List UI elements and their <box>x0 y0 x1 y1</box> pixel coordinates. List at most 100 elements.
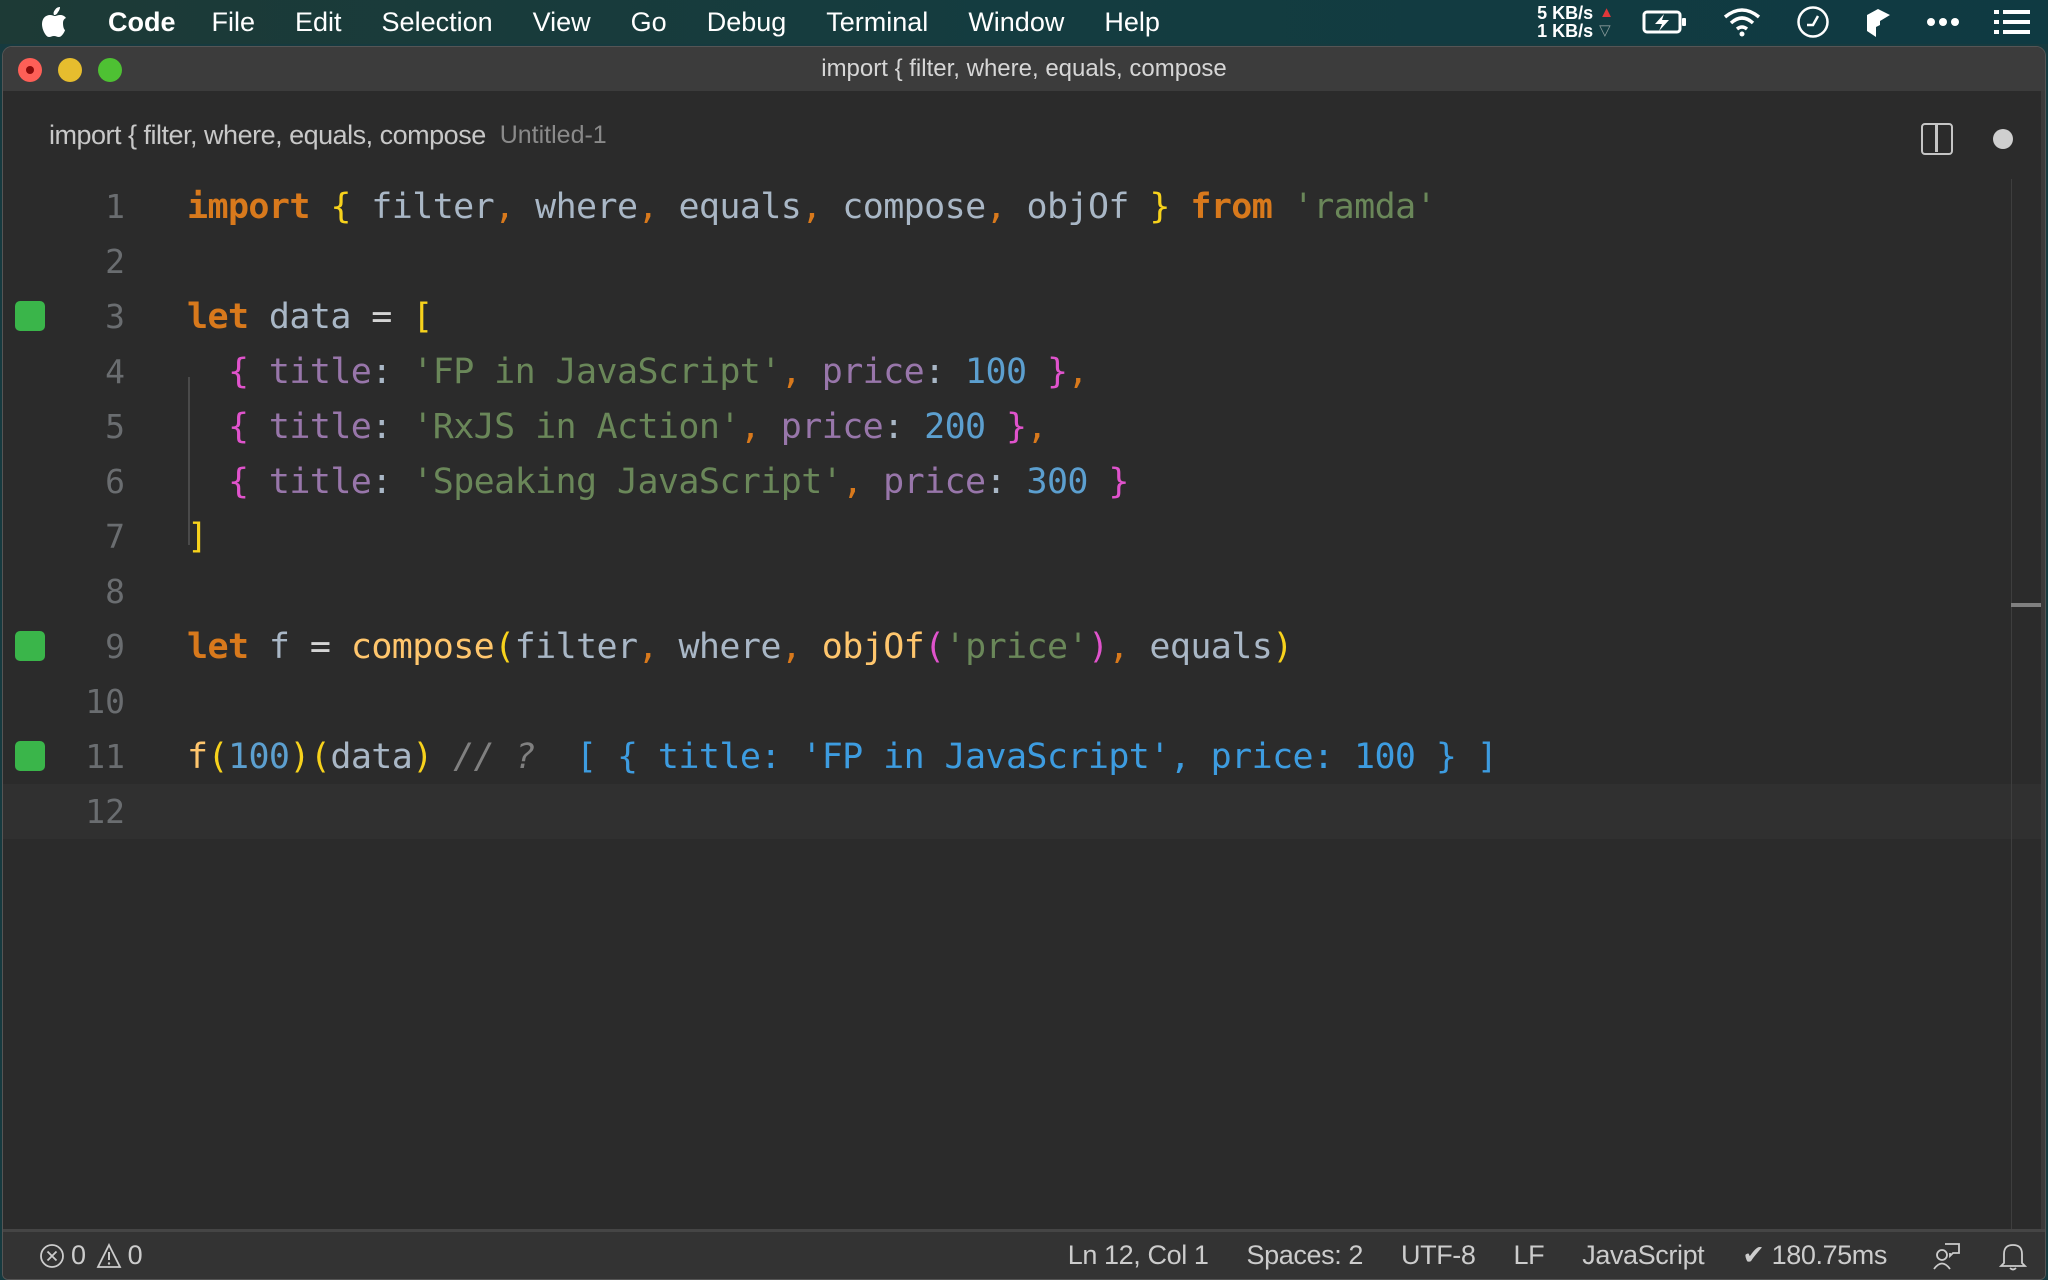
line-number: 7 <box>105 517 125 556</box>
code-line-10[interactable]: 10 <box>3 674 2045 729</box>
battery-charging-icon[interactable] <box>1642 9 1688 35</box>
code-token: { <box>330 186 351 227</box>
code-token: price <box>883 461 986 502</box>
code-token: 100 <box>227 736 290 777</box>
apple-logo-icon[interactable] <box>40 6 70 38</box>
menu-window[interactable]: Window <box>968 7 1064 38</box>
more-icon[interactable] <box>1926 17 1960 27</box>
code-token: , <box>1026 406 1048 447</box>
code-token: ( <box>924 626 945 667</box>
menu-help[interactable]: Help <box>1104 7 1160 38</box>
box-app-icon[interactable] <box>1864 5 1892 39</box>
split-editor-icon[interactable] <box>1921 123 1953 155</box>
line-number: 2 <box>105 242 125 281</box>
download-arrow-icon: ▽ <box>1599 22 1611 39</box>
code-token: ) <box>1272 626 1293 667</box>
wifi-icon[interactable] <box>1722 7 1762 37</box>
code-token: } <box>1149 186 1170 227</box>
code-token: , <box>780 626 802 667</box>
line-number: 8 <box>105 572 125 611</box>
code-line-12[interactable]: 12 <box>3 784 2045 839</box>
notifications-bell-icon[interactable] <box>1999 1241 2027 1271</box>
overview-ruler[interactable] <box>2011 179 2041 1229</box>
line-number: 3 <box>105 297 125 336</box>
menu-debug[interactable]: Debug <box>707 7 787 38</box>
line-number: 4 <box>105 352 125 391</box>
warning-icon <box>96 1242 122 1268</box>
code-line-2[interactable]: 2 <box>3 234 2045 289</box>
code-token: ( <box>207 736 228 777</box>
code-token: { <box>227 406 249 447</box>
code-token: { <box>227 351 249 392</box>
line-number: 12 <box>85 792 125 831</box>
code-token: , <box>637 186 658 227</box>
network-speed[interactable]: 5 KB/s 1 KB/s <box>1537 4 1593 40</box>
code-token: : <box>371 461 392 502</box>
code-token: 100 <box>965 351 1027 392</box>
vertical-scrollbar[interactable] <box>2041 91 2045 1231</box>
end-of-line[interactable]: LF <box>1514 1240 1545 1271</box>
menu-view[interactable]: View <box>533 7 591 38</box>
code-token: , <box>1067 351 1088 392</box>
tab-title[interactable]: import { filter, where, equals, compose <box>49 120 486 151</box>
code-token: equals <box>1149 626 1273 667</box>
code-token: , <box>739 406 761 447</box>
close-window-button[interactable] <box>18 58 42 82</box>
code-token: compose <box>350 626 495 667</box>
menu-edit[interactable]: Edit <box>295 7 342 38</box>
code-token: )( <box>289 736 331 777</box>
title-bar[interactable]: import { filter, where, equals, compose <box>3 47 2045 91</box>
menu-go[interactable]: Go <box>631 7 667 38</box>
code-line-11[interactable]: 11 f(100)(data) // ? [ { title: 'FP in J… <box>3 729 2045 784</box>
line-number: 5 <box>105 407 125 446</box>
problems-indicator[interactable]: 0 0 <box>39 1240 152 1271</box>
net-up-speed: 5 KB/s <box>1537 3 1594 23</box>
menu-app-code[interactable]: Code <box>108 7 176 38</box>
code-line-3[interactable]: 3 let data = [ <box>3 289 2045 344</box>
unsaved-dot-icon[interactable] <box>1993 129 2013 149</box>
code-token: from <box>1190 186 1273 227</box>
code-line-5[interactable]: 5 { title: 'RxJS in Action', price: 200 … <box>3 399 2045 454</box>
code-line-7[interactable]: 7 ] <box>3 509 2045 564</box>
code-text: import { filter, where, equals, compose,… <box>187 186 1437 227</box>
code-token: filter <box>514 626 638 667</box>
language-mode[interactable]: JavaScript <box>1582 1240 1704 1271</box>
code-line-1[interactable]: 1 import { filter, where, equals, compos… <box>3 179 2045 234</box>
code-editor[interactable]: 1 import { filter, where, equals, compos… <box>3 179 2045 1229</box>
code-token: 'RxJS in Action' <box>412 406 740 447</box>
list-icon[interactable] <box>1994 9 2030 35</box>
code-token: filter <box>371 186 495 227</box>
code-token: objOf <box>821 626 925 667</box>
quokka-timing[interactable]: ✔ 180.75ms <box>1742 1240 1887 1271</box>
network-arrows: ▲ ▽ <box>1599 4 1614 40</box>
code-text: { title: 'Speaking JavaScript', price: 3… <box>187 461 1130 502</box>
coverage-marker-icon <box>15 631 45 661</box>
code-text: let f = compose(filter, where, objOf('pr… <box>187 627 1293 667</box>
code-token: title <box>268 461 372 502</box>
coverage-marker-icon <box>15 301 45 331</box>
code-line-9[interactable]: 9 let f = compose(filter, where, objOf('… <box>3 619 2045 674</box>
code-line-4[interactable]: 4 { title: 'FP in JavaScript', price: 10… <box>3 344 2045 399</box>
menu-terminal[interactable]: Terminal <box>826 7 928 38</box>
code-token: , <box>801 186 822 227</box>
code-token: , <box>985 186 1007 227</box>
code-text: { title: 'FP in JavaScript', price: 100 … <box>187 351 1089 392</box>
code-token: } <box>1006 406 1027 447</box>
feedback-icon[interactable] <box>1931 1241 1961 1271</box>
menu-file[interactable]: File <box>212 7 256 38</box>
net-down-speed: 1 KB/s <box>1537 21 1594 41</box>
overview-ruler-cursor <box>2011 603 2041 607</box>
code-line-6[interactable]: 6 { title: 'Speaking JavaScript', price:… <box>3 454 2045 509</box>
code-token: = <box>371 296 392 337</box>
code-line-8[interactable]: 8 <box>3 564 2045 619</box>
clock-icon[interactable] <box>1796 5 1830 39</box>
code-token: ) <box>1087 626 1109 667</box>
maximize-window-button[interactable] <box>98 58 122 82</box>
encoding[interactable]: UTF-8 <box>1401 1240 1476 1271</box>
code-token: data <box>330 736 413 777</box>
minimize-window-button[interactable] <box>58 58 82 82</box>
menu-selection[interactable]: Selection <box>382 7 493 38</box>
indentation[interactable]: Spaces: 2 <box>1247 1240 1364 1271</box>
cursor-position[interactable]: Ln 12, Col 1 <box>1068 1240 1209 1271</box>
line-number: 10 <box>85 682 125 721</box>
